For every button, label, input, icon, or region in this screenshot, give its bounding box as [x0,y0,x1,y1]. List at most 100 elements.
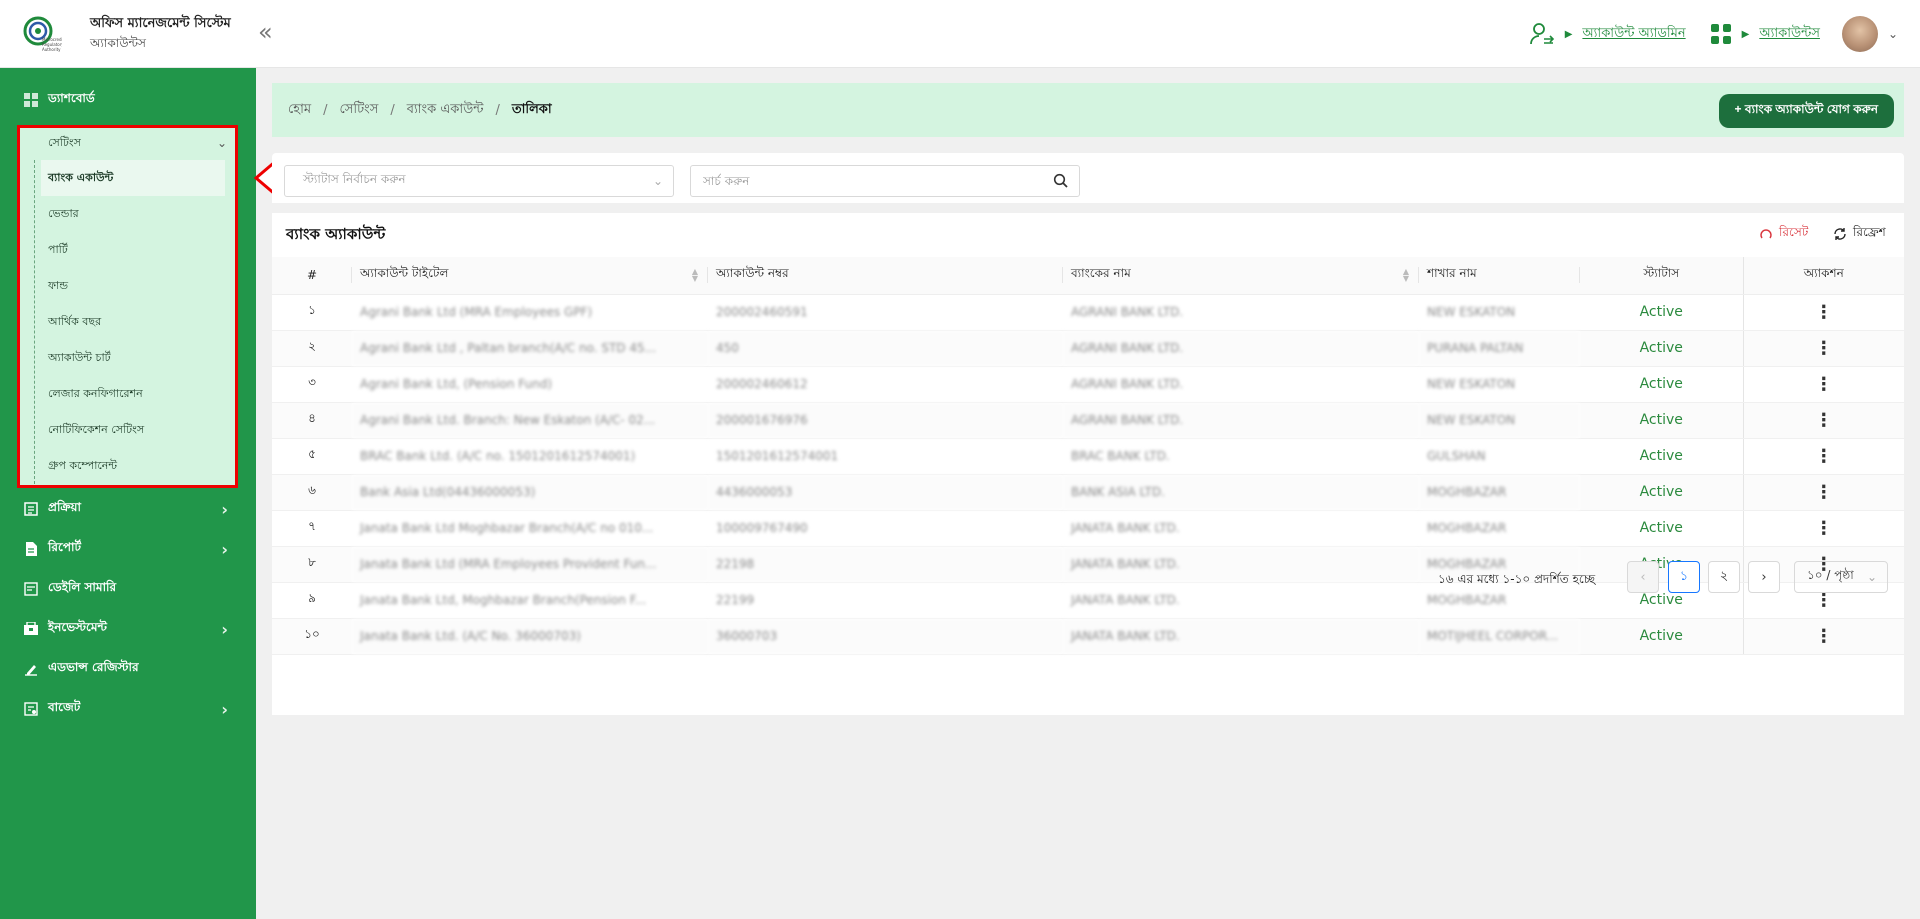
sidebar-item-label: ইনভেস্টমেন্ট [48,620,107,634]
submenu-item[interactable]: ব্যাংক একাউন্ট [41,160,225,196]
add-bank-account-button[interactable]: + ব্যাংক অ্যাকাউন্ট যোগ করুন [1718,94,1894,128]
cell-index: ৭ [272,510,352,547]
cell-branch-name: NEW ESKATON [1419,402,1580,439]
cell-index: ৪ [272,402,352,439]
row-actions-menu-icon[interactable]: ⋮ [1742,474,1904,511]
chevron-right-icon: › [221,699,228,719]
triangle-right-icon: ▶ [1741,28,1750,40]
cell-status: Active [1580,402,1743,439]
breadcrumb-home[interactable]: হোম [288,100,311,121]
page-size-value: ১০ / পৃষ্ঠা [1807,568,1854,582]
breadcrumb-separator: / [323,102,328,118]
cell-status: Active [1580,294,1743,331]
cell-account-title: BRAC Bank Ltd. (A/C no. 1501201612574001… [352,438,708,475]
cell-status: Active [1580,510,1743,547]
cell-status: Active [1580,474,1743,511]
cell-bank-name: AGRANI BANK LTD. [1063,366,1419,403]
table-row: ১০ Janata Bank Ltd. (A/C No. 36000703) 360… [272,618,1904,655]
sidebar-item-budget[interactable]: বাজেট › [0,691,256,727]
page-2-button[interactable]: ২ [1708,561,1740,593]
bank-account-panel: ব্যাংক অ্যাকাউন্ট রিসেট রিফ্রেশ # অ্যাকা… [272,213,1904,715]
collapse-sidebar-icon[interactable]: « [258,20,273,44]
submenu-item[interactable]: ফান্ড [35,268,234,304]
cell-branch-name: NEW ESKATON [1419,294,1580,331]
submenu-item[interactable]: লেজার কনফিগারেশন [35,376,234,412]
cell-account-title: Agrani Bank Ltd , Paltan branch(A/C no. … [352,330,708,367]
refresh-icon [1834,228,1846,240]
col-header-branch-name: শাখার নাম [1419,257,1580,295]
cell-bank-name: BRAC BANK LTD. [1063,438,1419,475]
module-link[interactable]: অ্যাকাউন্টস [1759,24,1820,45]
row-actions-menu-icon[interactable]: ⋮ [1742,438,1904,475]
sidebar-item-advance-register[interactable]: এডভান্স রেজিস্টার [0,651,256,687]
settings-submenu: সেটিংস ⌄ ব্যাংক একাউন্ট ভেন্ডার পার্টি ফান্… [17,125,238,488]
chevron-down-icon: ⌄ [652,174,663,188]
submenu-item[interactable]: গ্রুপ কম্পোনেন্ট [35,448,234,484]
cell-bank-name: AGRANI BANK LTD. [1063,294,1419,331]
submenu-item[interactable]: অ্যাকাউন্ট চার্ট [35,340,234,376]
cell-branch-name: MOGHBAZAR [1419,474,1580,511]
col-header-account-title[interactable]: অ্যাকাউন্ট টাইটেল ▲ ▼ [352,257,708,295]
reset-icon [1760,229,1772,239]
sidebar-item-label: ড্যাশবোর্ড [48,91,95,105]
col-header-bank-name[interactable]: ব্যাংকের নাম ▲ ▼ [1063,257,1419,295]
top-header: Microcredit Regulatory Authority অফিস ম্… [0,0,1920,68]
daily-summary-icon [24,582,38,596]
table-row: ৭ Janata Bank Ltd Moghbazar Branch(A/C no… [272,510,1904,547]
submenu-item[interactable]: আর্থিক বছর [35,304,234,340]
cell-account-number: 200002460612 [708,366,1063,403]
chevron-down-icon[interactable]: ⌄ [1888,27,1898,41]
reset-button[interactable]: রিসেট [1759,224,1808,244]
chevron-right-icon: › [221,619,228,639]
row-actions-menu-icon[interactable]: ⋮ [1742,366,1904,403]
sidebar-item-investment[interactable]: ইনভেস্টমেন্ট › [0,611,256,647]
breadcrumb-settings[interactable]: সেটিংস [339,100,378,121]
page-size-select[interactable]: ১০ / পৃষ্ঠা ⌄ [1794,561,1888,593]
status-select[interactable]: স্ট্যাটাস নির্বাচন করুন ⌄ [284,165,674,197]
cell-account-title: Agrani Bank Ltd, (Pension Fund) [352,366,708,403]
sidebar-item-dashboard[interactable]: ড্যাশবোর্ড [0,82,256,118]
app-module-name: অ্যাকাউন্টস [90,36,146,50]
row-actions-menu-icon[interactable]: ⋮ [1742,330,1904,367]
sidebar-item-process[interactable]: প্রক্রিয়া › [0,491,256,527]
prev-page-button[interactable]: ‹ [1627,561,1659,593]
search-icon[interactable] [1053,173,1069,189]
cell-account-title: Bank Asia Ltd(04436000053) [352,474,708,511]
sidebar-item-daily-summary[interactable]: ডেইলি সামারি [0,571,256,607]
cell-account-number: 1501201612574001 [708,438,1063,475]
row-actions-menu-icon[interactable]: ⋮ [1742,294,1904,331]
search-input[interactable] [690,165,1080,197]
cell-account-number: 200002460591 [708,294,1063,331]
sidebar-item-label: রিপোর্ট [48,540,82,554]
next-page-button[interactable]: › [1748,561,1780,593]
role-link[interactable]: অ্যাকাউন্ট অ্যাডমিন [1582,24,1685,45]
submenu-item[interactable]: পার্টি [35,232,234,268]
row-actions-menu-icon[interactable]: ⋮ [1742,402,1904,439]
apps-grid-icon[interactable] [1710,23,1732,45]
sidebar-item-report[interactable]: রিপোর্ট › [0,531,256,567]
row-actions-menu-icon[interactable]: ⋮ [1742,618,1904,655]
filter-row: স্ট্যাটাস নির্বাচন করুন ⌄ [272,153,1904,203]
sort-icon[interactable]: ▲ ▼ [692,268,698,283]
switch-role-icon[interactable] [1529,22,1555,46]
submenu-item[interactable]: ভেন্ডার [35,196,234,232]
cell-index: ১ [272,294,352,331]
table-row: ৩ Agrani Bank Ltd, (Pension Fund) 20000246… [272,366,1904,403]
col-header-account-number: অ্যাকাউন্ট নম্বর [708,257,1063,295]
sidebar-item-label: এডভান্স রেজিস্টার [48,660,139,674]
breadcrumb-bank-account[interactable]: ব্যাংক একাউন্ট [407,100,484,121]
page-1-button[interactable]: ১ [1668,561,1700,593]
sidebar-item-settings[interactable]: সেটিংস ⌄ [20,128,235,158]
sidebar-item-label: ডেইলি সামারি [48,580,117,594]
cell-index: ৩ [272,366,352,403]
cell-index: ৬ [272,474,352,511]
cell-bank-name: AGRANI BANK LTD. [1063,330,1419,367]
refresh-button[interactable]: রিফ্রেশ [1833,224,1886,244]
cell-account-number: 200001676976 [708,402,1063,439]
sort-icon[interactable]: ▲ ▼ [1403,268,1409,283]
submenu-item[interactable]: নোটিফিকেশন সেটিংস [35,412,234,448]
row-actions-menu-icon[interactable]: ⋮ [1742,510,1904,547]
table-row: ৬ Bank Asia Ltd(04436000053) 4436000053 BAN… [272,474,1904,511]
report-icon [26,542,37,556]
avatar[interactable] [1841,16,1878,52]
